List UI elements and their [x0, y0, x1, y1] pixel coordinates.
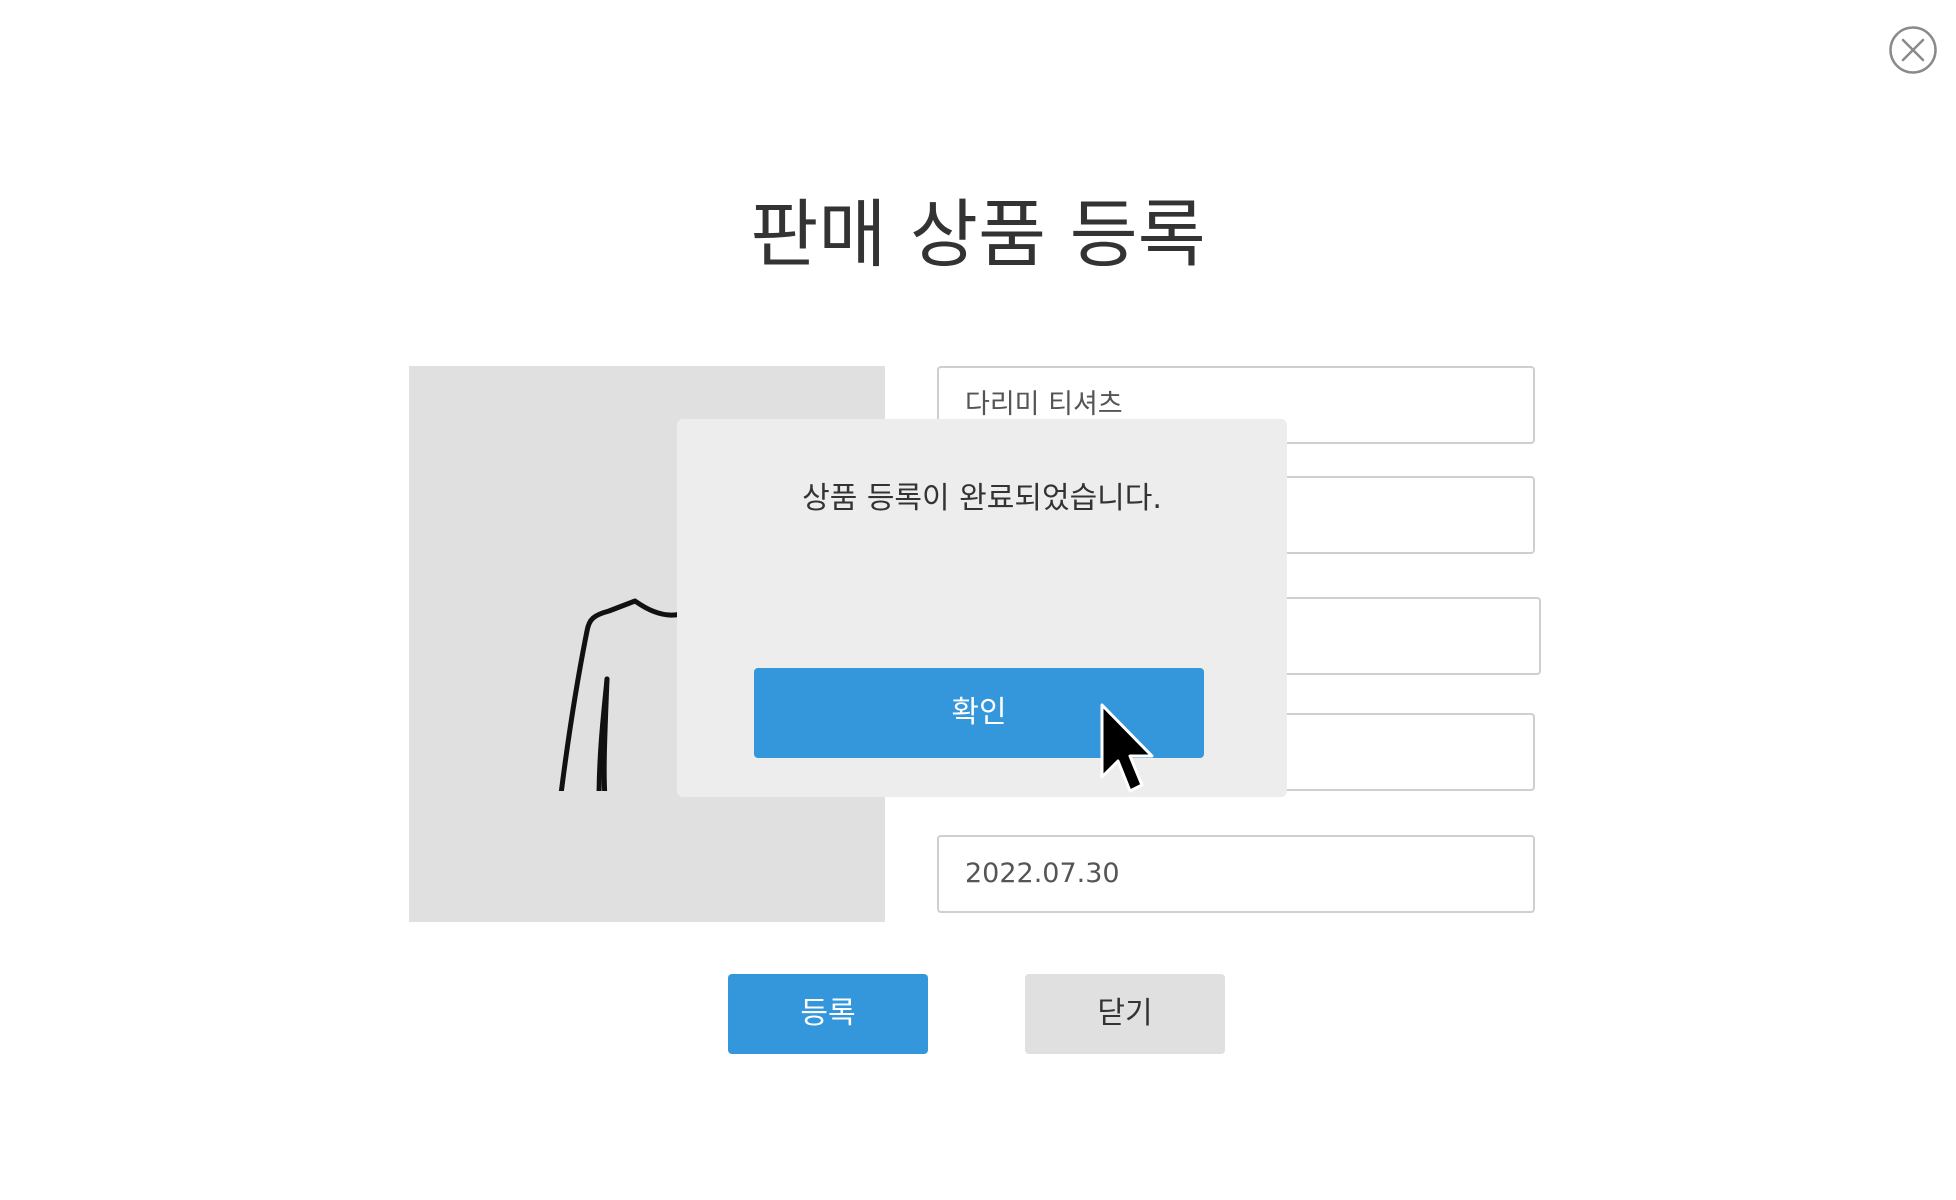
date-field[interactable]: 2022.07.30 — [937, 835, 1535, 913]
close-icon — [1889, 26, 1937, 74]
confirmation-dialog: 상품 등록이 완료되었습니다. 확인 — [677, 419, 1287, 797]
close-window-button[interactable] — [1888, 25, 1938, 75]
confirm-button[interactable]: 확인 — [754, 668, 1204, 758]
dialog-message: 상품 등록이 완료되었습니다. — [802, 481, 1162, 516]
close-button[interactable]: 닫기 — [1025, 974, 1225, 1054]
register-button[interactable]: 등록 — [728, 974, 928, 1054]
page-title: 판매 상품 등록 — [750, 192, 1206, 278]
